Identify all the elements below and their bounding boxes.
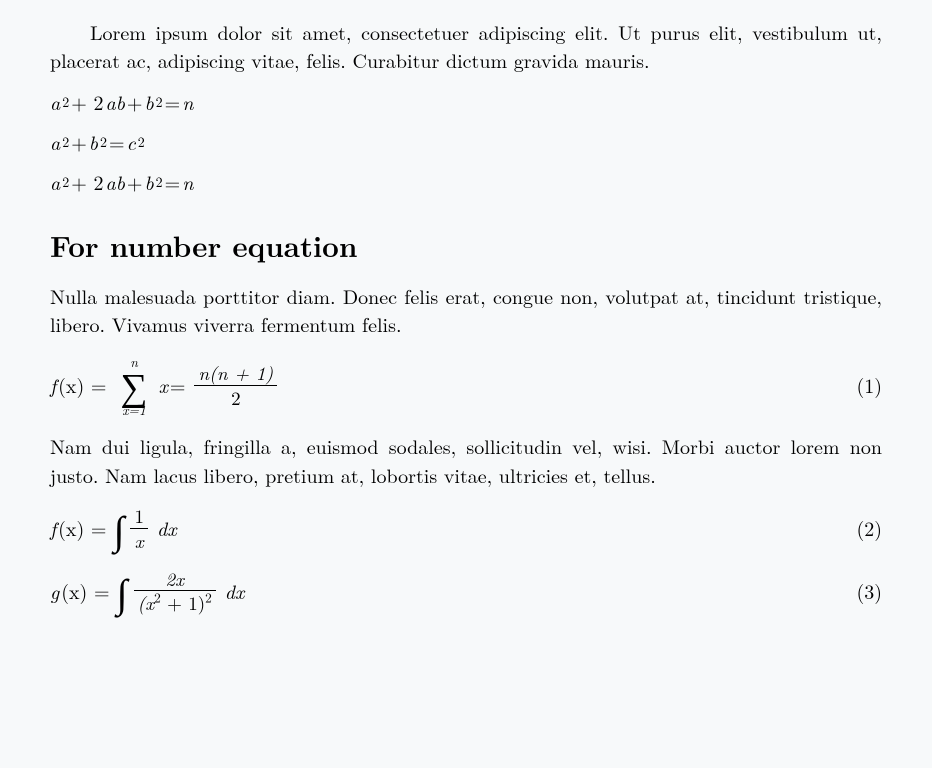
denominator: (x2 + 1)2 <box>134 592 216 614</box>
document-page: Lorem ipsum dolor sit amet, consectetuer… <box>0 0 932 648</box>
fraction: n(n + 1) 2 <box>194 362 277 409</box>
eq-op: = <box>165 168 181 196</box>
eq-var: a <box>50 168 60 196</box>
eq-op: + <box>127 88 143 116</box>
eq-var: f <box>50 514 56 542</box>
eq-var: ab <box>105 88 124 116</box>
sigma-icon: ∑ <box>120 368 147 402</box>
sum-operator: n ∑ x=1 <box>120 355 147 416</box>
denominator: x <box>131 530 148 552</box>
equation-1: a2 + 2 ab + b2 = n <box>50 87 882 117</box>
paragraph-3: Nam dui ligula, fringilla a, euismod sod… <box>50 432 882 489</box>
fraction: 2x (x2 + 1)2 <box>134 568 216 615</box>
eq-text: (x) = <box>61 577 109 605</box>
eq-var: a <box>50 128 60 156</box>
equation-block-unnumbered: a2 + 2 ab + b2 = n a2 + b2 = c2 a2 + <box>50 87 882 197</box>
eq-op: = <box>165 88 181 116</box>
integral-icon: ∫ <box>113 512 124 544</box>
eq-op: + 2 <box>71 88 103 116</box>
eq-dx: dx <box>225 577 245 605</box>
equation-number: (2) <box>856 514 882 542</box>
integral-icon: ∫ <box>117 575 128 607</box>
denominator: 2 <box>227 387 245 409</box>
equation-number: (1) <box>856 371 882 399</box>
equation-numbered-1: f (x) = n ∑ x=1 x = n(n + 1) 2 (1) <box>50 355 882 416</box>
eq-var: ab <box>105 168 124 196</box>
numerator: 1 <box>130 505 148 527</box>
eq-op: + 2 <box>71 168 103 196</box>
eq-var: a <box>50 88 60 116</box>
eq-op: = <box>109 128 125 156</box>
eq-var: x <box>159 371 168 399</box>
eq-op: = <box>170 371 186 399</box>
eq-var: g <box>50 577 59 605</box>
eq-var: b <box>89 128 98 156</box>
eq-text: (x) = <box>58 514 106 542</box>
equation-number: (3) <box>856 577 882 605</box>
equation-2: a2 + b2 = c2 <box>50 127 882 157</box>
paragraph-intro: Lorem ipsum dolor sit amet, consectetuer… <box>50 18 882 75</box>
fraction: 1 x <box>130 505 148 552</box>
paragraph-2: Nulla malesuada porttitor diam. Donec fe… <box>50 282 882 339</box>
eq-var: n <box>182 88 193 116</box>
eq-var: n <box>182 168 193 196</box>
eq-dx: dx <box>157 514 177 542</box>
numerator: n(n + 1) <box>194 362 277 384</box>
eq-text: (x) = <box>58 371 106 399</box>
sum-lower: x=1 <box>122 403 146 417</box>
eq-var: c <box>127 128 136 156</box>
section-heading: For number equation <box>50 225 882 266</box>
equation-3: a2 + 2 ab + b2 = n <box>50 167 882 197</box>
numerator: 2x <box>161 568 188 590</box>
eq-op: + <box>127 168 143 196</box>
eq-var: b <box>144 88 153 116</box>
equation-numbered-2: f (x) = ∫ 1 x dx (2) <box>50 505 882 552</box>
equation-numbered-3: g (x) = ∫ 2x (x2 + 1)2 dx (3) <box>50 568 882 615</box>
eq-op: + <box>71 128 87 156</box>
eq-var: b <box>144 168 153 196</box>
eq-var: f <box>50 371 56 399</box>
